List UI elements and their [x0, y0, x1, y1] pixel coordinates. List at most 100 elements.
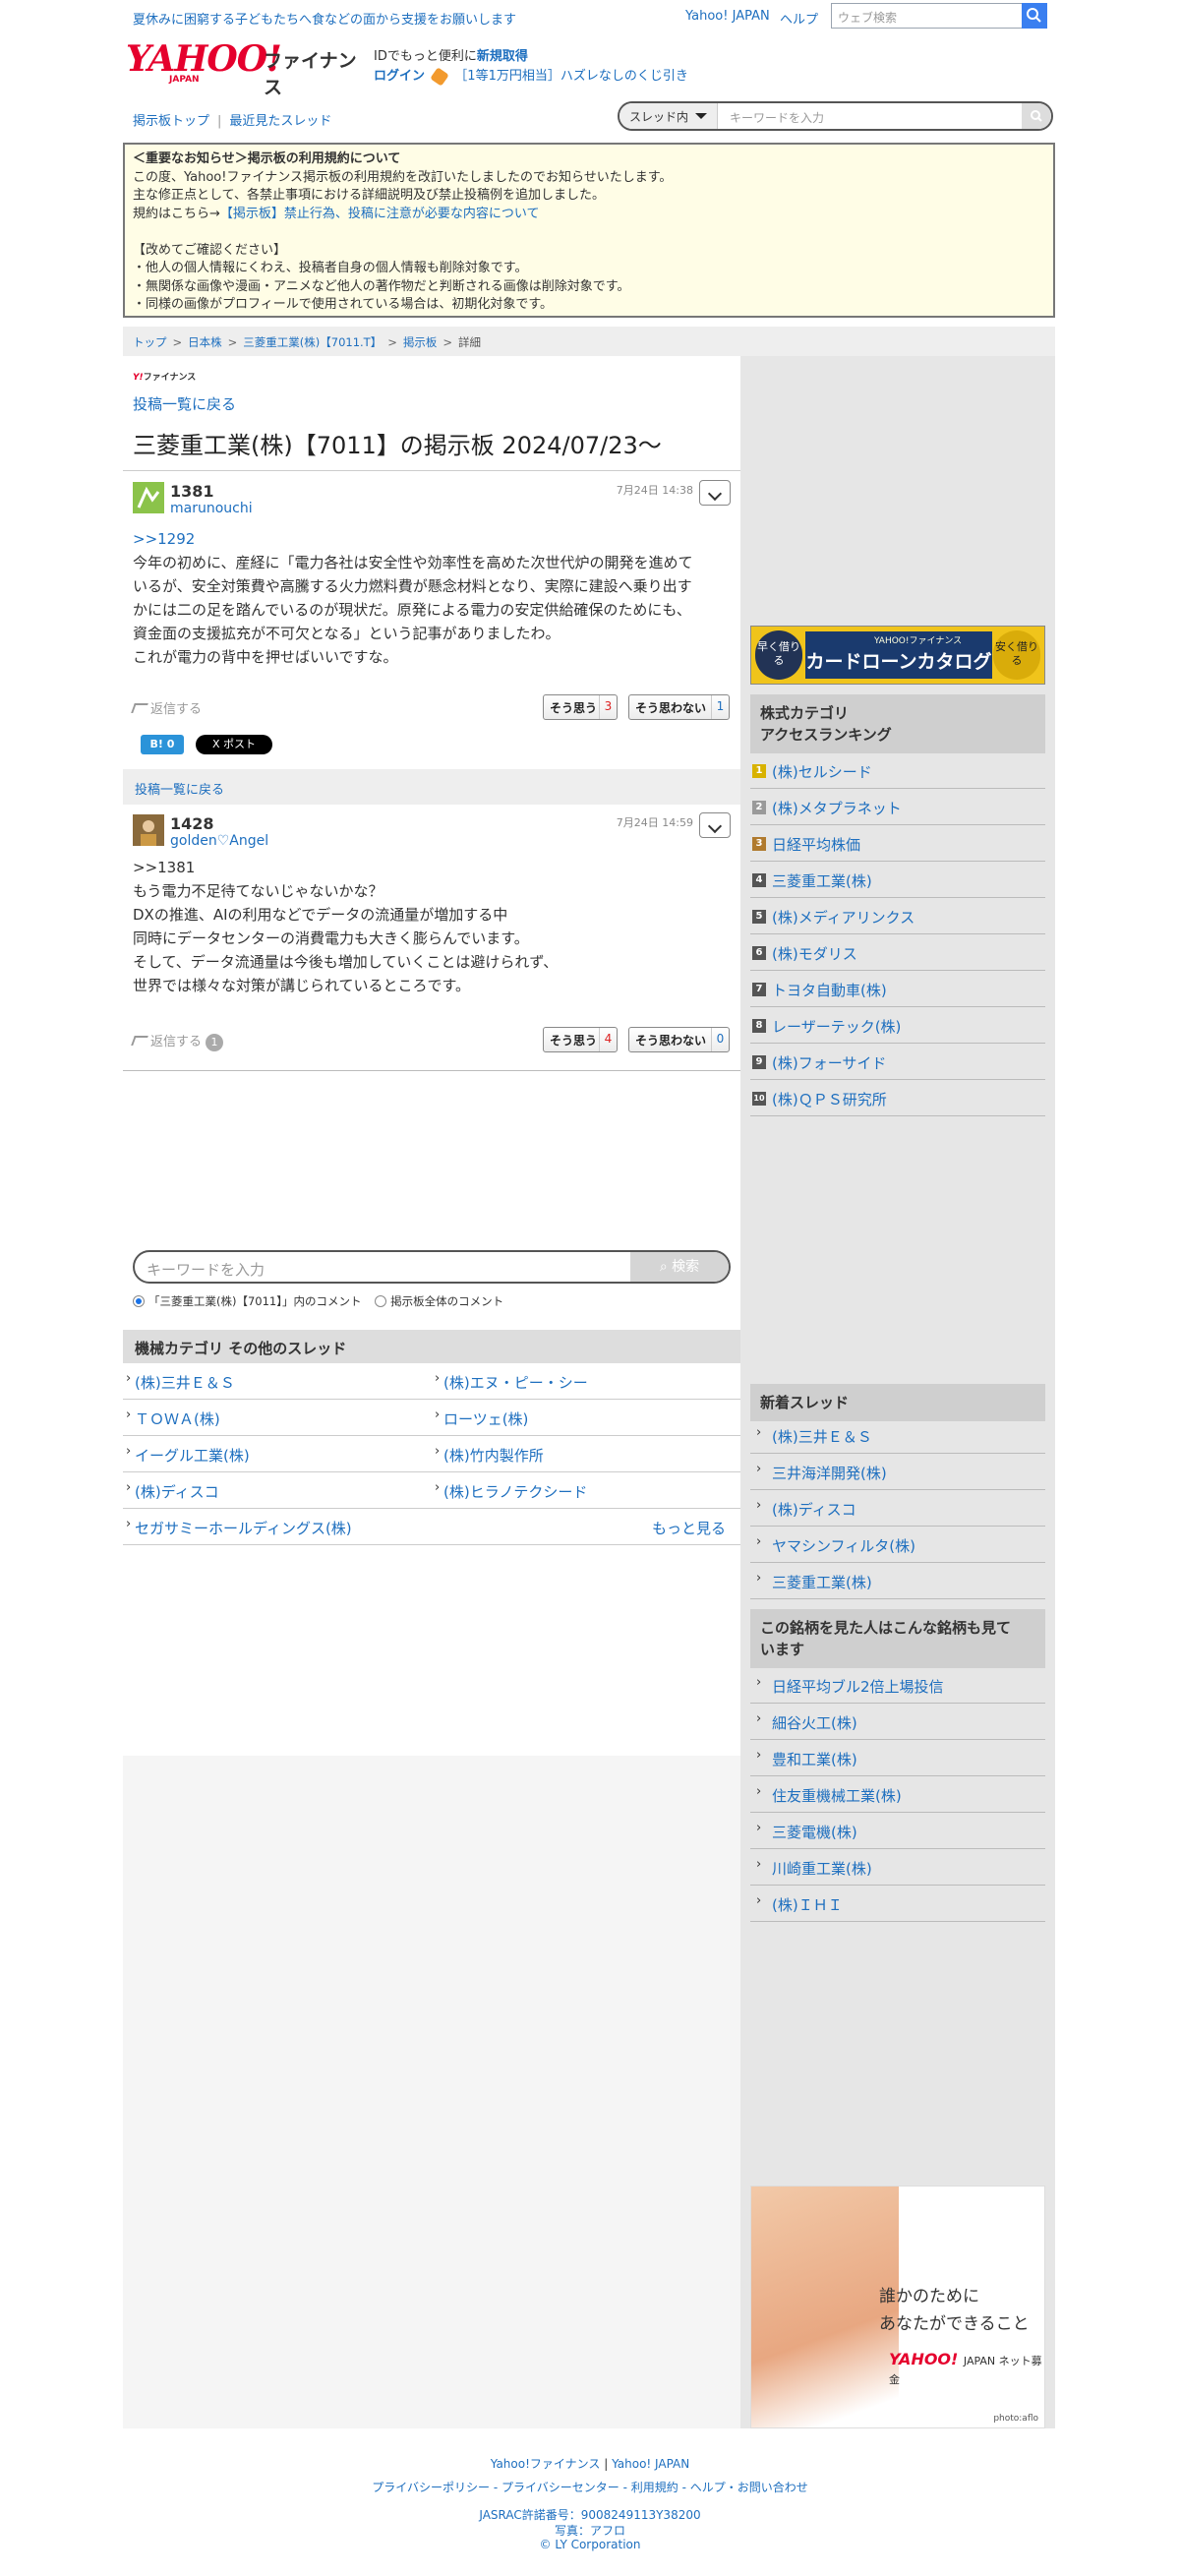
category-thread-link[interactable]: ＴＯＷＡ(株) [123, 1400, 432, 1436]
yahoo-japan-link[interactable]: Yahoo! JAPAN [685, 9, 770, 24]
thread-search-button[interactable] [1022, 103, 1051, 129]
post-1428: 1428 golden♡Angel 7月24日 14:59 >>1381 もう電… [123, 805, 740, 1070]
footer-yj-link[interactable]: Yahoo! JAPAN [612, 2457, 689, 2471]
category-thread-link[interactable]: (株)竹内製作所 [432, 1436, 740, 1472]
ranking-item[interactable]: 9 (株)フォーサイド [750, 1044, 1045, 1080]
ranking-item[interactable]: 7 トヨタ自動車(株) [750, 971, 1045, 1007]
web-search-button[interactable] [1022, 3, 1047, 29]
new-thread-link[interactable]: ヤマシンフィルタ(株) [750, 1527, 1045, 1563]
disagree-button[interactable]: そう思わない 1 [628, 694, 730, 720]
thread-search-input[interactable]: キーワードを入力 [730, 109, 824, 126]
also-viewed-link[interactable]: 日経平均ブル2倍上場投信 [750, 1667, 1045, 1704]
ranking-item[interactable]: 3 日経平均株価 [750, 825, 1045, 862]
board-top-link[interactable]: 掲示板トップ [133, 114, 209, 129]
post-user[interactable]: marunouchi [170, 501, 253, 516]
x-post-button[interactable]: X ポスト [196, 735, 272, 754]
rules-link[interactable]: 【掲示板】禁止行為、投稿に注意が必要な内容について [220, 207, 540, 221]
main-bottom-area [123, 1756, 740, 2428]
post-number: 1428 [170, 814, 214, 833]
post-body: >>1381 もう電力不足待てないじゃないかな？ DXの推進、AIの利用などでデ… [133, 859, 559, 994]
agree-button[interactable]: そう思う 4 [543, 1027, 618, 1052]
ranking-item[interactable]: 8 レーザーテック(株) [750, 1007, 1045, 1044]
agree-button[interactable]: そう思う 3 [543, 694, 618, 720]
footer-privacy-center[interactable]: プライバシーセンター [502, 2481, 620, 2494]
footer-terms[interactable]: 利用規約 [631, 2481, 678, 2494]
yahoo-finance-logo[interactable]: YAHOO! JAPAN ファイナンス [126, 41, 362, 98]
new-thread-link[interactable]: (株)三井Ｅ＆Ｓ [750, 1417, 1045, 1454]
ranking-item[interactable]: 10 (株)ＱＰＳ研究所 [750, 1080, 1045, 1116]
category-thread-link[interactable]: イーグル工業(株) [123, 1436, 432, 1472]
recent-threads-link[interactable]: 最近見たスレッド [229, 114, 331, 129]
breadcrumb-board[interactable]: 掲示板 [403, 335, 438, 349]
id-promo: IDでもっと便利に新規取得 [374, 49, 528, 64]
new-thread-link[interactable]: 三井海洋開発(株) [750, 1454, 1045, 1490]
category-thread-link[interactable]: (株)ディスコ [123, 1472, 432, 1509]
category-thread-link[interactable]: (株)ヒラノテクシード [432, 1472, 740, 1509]
also-viewed-link[interactable]: 三菱電機(株) [750, 1813, 1045, 1849]
scope-thread-radio[interactable] [133, 1295, 145, 1307]
rules-notice: ＜重要なお知らせ＞掲示板の利用規約について この度、Yahoo!ファイナンス掲示… [123, 143, 1055, 318]
also-viewed-link[interactable]: 細谷火工(株) [750, 1704, 1045, 1740]
help-link[interactable]: ヘルプ [780, 9, 818, 28]
disagree-button[interactable]: そう思わない 0 [628, 1027, 730, 1052]
search-scope-select[interactable]: スレッド内 [620, 103, 718, 129]
category-thread-link[interactable]: (株)エヌ・ピー・シー [432, 1363, 740, 1400]
breadcrumb-company[interactable]: 三菱重工業(株)【7011.T】 [243, 335, 382, 349]
category-thread-link[interactable]: ローツェ(株) [432, 1400, 740, 1436]
new-thread-link[interactable]: (株)ディスコ [750, 1490, 1045, 1527]
donation-notice-link[interactable]: 夏休みに困窮する子どもたちへ食などの面から支援をお願いします [133, 9, 516, 28]
comment-search-input[interactable]: キーワードを入力 [147, 1259, 265, 1280]
search-icon [1031, 110, 1042, 122]
footer-help[interactable]: ヘルプ・お問い合わせ [690, 2481, 808, 2494]
footer-finance-link[interactable]: Yahoo!ファイナンス [491, 2457, 601, 2471]
avatar-icon [137, 486, 160, 509]
avatar[interactable] [133, 814, 164, 846]
also-viewed-link[interactable]: (株)ＩＨＩ [750, 1886, 1045, 1922]
login-line: ログイン ［1等1万円相当］ハズレなしのくじ引き [374, 65, 688, 87]
category-thread-link[interactable]: セガサミーホールディングス(株) [123, 1509, 740, 1545]
also-viewed-link[interactable]: 住友重機械工業(株) [750, 1776, 1045, 1813]
page-title: 三菱重工業(株)【7011】の掲示板 2024/07/23〜 [133, 432, 662, 459]
ranking-item[interactable]: 1 (株)セルシード [750, 752, 1045, 789]
post-menu-button[interactable] [699, 480, 731, 506]
post-date: 7月24日 14:38 [616, 484, 693, 497]
category-header: 機械カテゴリ その他のスレッド [123, 1330, 740, 1363]
donation-ad[interactable]: 誰かのために あなたができること YAHOO! JAPAN ネット募金 photo… [750, 2186, 1045, 2428]
hatena-bookmark-button[interactable]: B! 0 [141, 735, 184, 754]
footer-privacy-policy[interactable]: プライバシーポリシー [372, 2481, 490, 2494]
breadcrumb-top[interactable]: トップ [133, 335, 167, 349]
back-to-list-link[interactable]: 投稿一覧に戻る [133, 393, 236, 414]
post-menu-button[interactable] [699, 812, 731, 838]
lottery-link[interactable]: ［1等1万円相当］ハズレなしのくじ引き [454, 69, 688, 84]
reply-button[interactable]: 返信する 1 [131, 1031, 224, 1051]
top-bar: 夏休みに困窮する子どもたちへ食などの面から支援をお願いします Yahoo! JA… [0, 0, 1180, 33]
ranking-item[interactable]: 2 (株)メタプラネット [750, 789, 1045, 825]
comment-search-button[interactable]: ⌕ 検索 [630, 1252, 729, 1282]
reply-button[interactable]: 返信する [131, 698, 202, 717]
breadcrumb-jp-stocks[interactable]: 日本株 [188, 335, 222, 349]
breadcrumb-current: 詳細 [457, 335, 481, 349]
avatar-icon [141, 820, 156, 846]
ranking-item[interactable]: 6 (株)モダリス [750, 934, 1045, 971]
post-number: 1381 [170, 482, 214, 501]
scope-all-radio[interactable] [375, 1295, 387, 1307]
ranking-item[interactable]: 5 (株)メディアリンクス [750, 898, 1045, 934]
also-viewed-link[interactable]: 川崎重工業(株) [750, 1849, 1045, 1886]
post-user[interactable]: golden♡Angel [170, 833, 268, 849]
category-thread-link[interactable]: (株)三井Ｅ＆Ｓ [123, 1363, 432, 1400]
also-viewed-link[interactable]: 豊和工業(株) [750, 1740, 1045, 1776]
login-link[interactable]: ログイン [374, 69, 425, 84]
web-search-input[interactable]: ウェブ検索 [831, 3, 1024, 29]
more-threads-link[interactable]: もっと見る [652, 1518, 726, 1538]
reply-anchor-link[interactable]: >>1292 [133, 527, 733, 551]
also-viewed-header: この銘柄を見た人はこんな銘柄も見て います [750, 1609, 1045, 1668]
search-scope-radios: 「三菱重工業(株)【7011】」内のコメント 掲示板全体のコメント [133, 1293, 503, 1309]
post-1381: 1381 marunouchi 7月24日 14:38 >>1292 今年の初め… [123, 470, 740, 769]
back-to-list-bar[interactable]: 投稿一覧に戻る [123, 769, 740, 805]
ranking-item[interactable]: 4 三菱重工業(株) [750, 862, 1045, 898]
card-loan-ad[interactable]: 早く借りる YAHOO!ファイナンス カードローンカタログ 安く借りる [750, 626, 1045, 685]
thread-search: スレッド内 キーワードを入力 [618, 101, 1053, 131]
register-link[interactable]: 新規取得 [477, 49, 528, 64]
avatar[interactable] [133, 482, 164, 513]
new-thread-link[interactable]: 三菱重工業(株) [750, 1563, 1045, 1599]
